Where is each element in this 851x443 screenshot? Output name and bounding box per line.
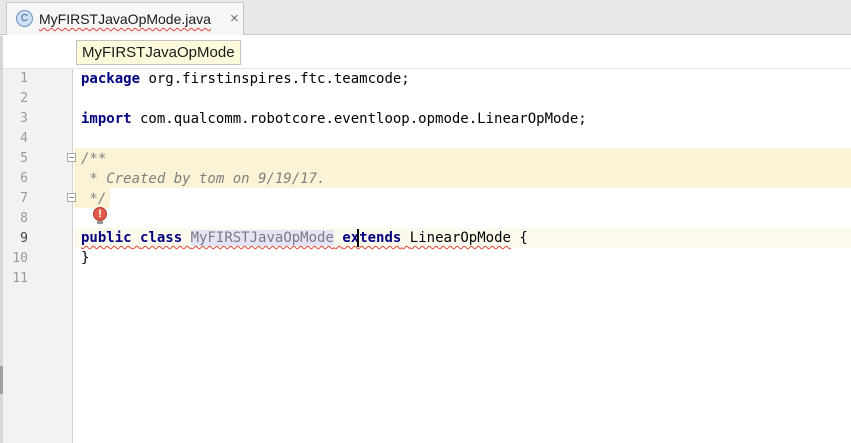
keyword-extends: extends (342, 230, 402, 246)
keyword-class: class (140, 230, 183, 246)
import-path: com.qualcomm.robotcore.eventloop.opmode.… (131, 111, 587, 127)
code-line-7: */ (81, 191, 107, 207)
code-line-3: import com.qualcomm.robotcore.eventloop.… (81, 109, 587, 129)
superclass-name: LinearOpMode (409, 230, 511, 246)
line-number: 1 (20, 71, 28, 86)
error-bulb-icon[interactable]: ! (93, 207, 107, 221)
line-number: 11 (12, 271, 28, 286)
class-name[interactable]: MyFIRSTJavaOpMode (190, 230, 334, 246)
line-number: 8 (20, 211, 28, 226)
editor-tab[interactable]: C MyFIRSTJavaOpMode.java × (6, 2, 244, 35)
code-line-10: } (81, 250, 90, 266)
java-class-icon: C (16, 10, 33, 27)
line-number: 7 (20, 191, 28, 206)
line-number-current: 9 (20, 231, 28, 246)
editor-tab-bar: C MyFIRSTJavaOpMode.java × (0, 0, 851, 35)
line-number: 10 (12, 251, 28, 266)
code-line-5: /** (81, 151, 107, 167)
line-number: 3 (20, 111, 28, 126)
line-number: 6 (20, 171, 28, 186)
code-line-1: package org.firstinspires.ftc.teamcode; (81, 69, 410, 89)
text-caret (357, 229, 359, 247)
code-line-9: public class MyFIRSTJavaOpMode extends L… (81, 228, 528, 248)
close-icon[interactable]: × (230, 10, 239, 27)
breadcrumb-bar: MyFIRSTJavaOpMode (3, 36, 851, 69)
keyword-import: import (81, 111, 132, 127)
fold-marker-icon[interactable] (67, 193, 76, 202)
line-number: 5 (20, 151, 28, 166)
bulb-base (97, 221, 103, 224)
keyword-package: package (81, 71, 141, 87)
open-brace: { (510, 230, 528, 246)
line-number: 2 (20, 91, 28, 106)
line-number: 4 (20, 131, 28, 146)
keyword-public: public (81, 230, 132, 246)
fold-marker-icon[interactable] (67, 153, 76, 162)
tab-title[interactable]: MyFIRSTJavaOpMode.java (39, 11, 211, 27)
breadcrumb[interactable]: MyFIRSTJavaOpMode (76, 40, 241, 65)
package-name: org.firstinspires.ftc.teamcode; (140, 71, 410, 87)
code-line-6: * Created by tom on 9/19/17. (81, 171, 326, 187)
